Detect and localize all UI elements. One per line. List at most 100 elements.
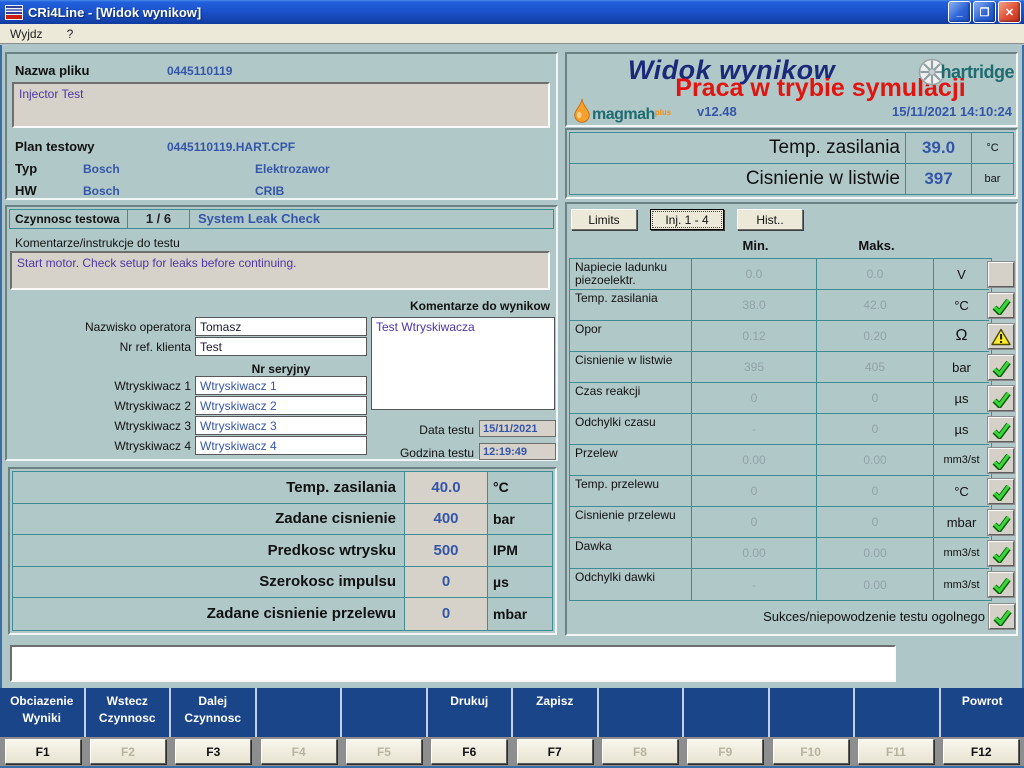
test-comments-label: Komentarze/instrukcje do testu bbox=[15, 236, 180, 250]
f3-button[interactable]: F3 bbox=[175, 739, 251, 764]
status-indicator bbox=[988, 448, 1014, 473]
setpoint-value: 0 bbox=[404, 598, 488, 630]
limit-unit: µs bbox=[934, 383, 989, 414]
hw-value1: Bosch bbox=[83, 184, 120, 198]
menu-help[interactable]: ? bbox=[65, 27, 76, 41]
window-title: CRi4Line - [Widok wynikow] bbox=[28, 5, 948, 20]
limit-label: Opor bbox=[570, 321, 692, 352]
status-indicator bbox=[988, 324, 1014, 349]
tab-inj-1-4[interactable]: Inj. 1 - 4 bbox=[650, 209, 724, 230]
live-value: 39.0 bbox=[905, 133, 971, 164]
limit-label: Temp. przelewu bbox=[570, 476, 692, 507]
fn-label-f7: Zapisz bbox=[511, 688, 597, 737]
limit-min: 395 bbox=[692, 352, 817, 383]
live-values-panel: Temp. zasilania 39.0 °C Cisnienie w list… bbox=[565, 128, 1018, 199]
f6-button[interactable]: F6 bbox=[431, 739, 507, 764]
live-value: 397 bbox=[905, 164, 971, 195]
fn-label-f11 bbox=[853, 688, 939, 737]
limit-status bbox=[987, 445, 1015, 476]
test-step-name: System Leak Check bbox=[190, 210, 553, 228]
minimize-button[interactable]: _ bbox=[948, 1, 971, 23]
limit-status bbox=[987, 352, 1015, 383]
menu-bar: Wyjdz ? bbox=[0, 24, 1024, 44]
tab-hist[interactable]: Hist.. bbox=[737, 209, 803, 230]
f1-button[interactable]: F1 bbox=[5, 739, 81, 764]
hartridge-wordmark: hartridge bbox=[940, 62, 1014, 83]
limit-unit: mbar bbox=[934, 507, 989, 538]
status-indicator bbox=[988, 355, 1014, 380]
hartridge-logo: hartridge bbox=[918, 58, 1014, 86]
close-button[interactable]: ✕ bbox=[998, 1, 1021, 23]
menu-exit[interactable]: Wyjdz bbox=[8, 27, 45, 41]
setpoints-table: Temp. zasilania 40.0 °C Zadane cisnienie… bbox=[12, 471, 553, 631]
f2-button: F2 bbox=[90, 739, 166, 764]
limit-max: 0.00 bbox=[817, 445, 934, 476]
limit-status bbox=[987, 507, 1015, 538]
title-bar: CRi4Line - [Widok wynikow] _ ❐ ✕ bbox=[0, 0, 1024, 24]
test-time-label: Godzina testu bbox=[359, 446, 474, 460]
f11-button: F11 bbox=[858, 739, 934, 764]
overall-result-label: Sukces/niepowodzenie testu ogolnego bbox=[763, 609, 985, 624]
limit-min: 0.00 bbox=[692, 538, 817, 569]
results-comment-label: Komentarze do wynikow bbox=[410, 299, 550, 313]
limit-label: Odchylki czasu bbox=[570, 414, 692, 445]
restore-button[interactable]: ❐ bbox=[973, 1, 996, 23]
setpoint-label: Predkosc wtrysku bbox=[13, 535, 404, 567]
limit-min: 0.00 bbox=[692, 445, 817, 476]
f7-button[interactable]: F7 bbox=[517, 739, 593, 764]
status-indicator bbox=[988, 541, 1014, 566]
hw-value2: CRIB bbox=[255, 184, 284, 198]
app-icon bbox=[5, 5, 23, 20]
test-step-label: Czynnosc testowa bbox=[10, 210, 128, 228]
limit-status bbox=[987, 290, 1015, 321]
f12-button[interactable]: F12 bbox=[943, 739, 1019, 764]
serial-number-header: Nr seryjny bbox=[195, 362, 367, 376]
datetime-label: 15/11/2021 14:10:24 bbox=[892, 104, 1012, 119]
injector4-input[interactable]: Wtryskiwacz 4 bbox=[195, 436, 367, 455]
droplet-icon bbox=[572, 97, 592, 124]
setpoint-label: Szerokosc impulsu bbox=[13, 567, 404, 599]
test-time-value: 12:19:49 bbox=[479, 443, 556, 460]
limit-label: Dawka bbox=[570, 538, 692, 569]
limit-status bbox=[987, 569, 1015, 600]
setpoint-value: 0 bbox=[404, 567, 488, 599]
hw-label: HW bbox=[15, 183, 37, 198]
limit-unit: bar bbox=[934, 352, 989, 383]
operator-input[interactable]: Tomasz bbox=[195, 317, 367, 336]
check-icon bbox=[992, 359, 1011, 377]
test-comments-box: Start motor. Check setup for leaks befor… bbox=[10, 251, 550, 290]
check-icon bbox=[992, 576, 1011, 594]
injector1-label: Wtryskiwacz 1 bbox=[9, 379, 191, 393]
fn-label-f2: WsteczCzynnosc bbox=[84, 688, 170, 737]
limit-label: Cisnienie przelewu bbox=[570, 507, 692, 538]
limit-max: 405 bbox=[817, 352, 934, 383]
limit-min: - bbox=[692, 569, 817, 600]
injector1-input[interactable]: Wtryskiwacz 1 bbox=[195, 376, 367, 395]
check-icon bbox=[992, 421, 1011, 439]
f4-button: F4 bbox=[261, 739, 337, 764]
limit-unit: °C bbox=[934, 290, 989, 321]
limit-unit: µs bbox=[934, 414, 989, 445]
limit-min: 0.12 bbox=[692, 321, 817, 352]
results-comment-box[interactable]: Test Wtryskiwacza bbox=[371, 317, 555, 410]
live-unit: bar bbox=[971, 164, 1013, 195]
injector2-input[interactable]: Wtryskiwacz 2 bbox=[195, 396, 367, 415]
typ-label: Typ bbox=[15, 161, 37, 176]
limit-max: 0 bbox=[817, 414, 934, 445]
live-values-table: Temp. zasilania 39.0 °C Cisnienie w list… bbox=[569, 132, 1014, 195]
file-name-label: Nazwa pliku bbox=[15, 63, 89, 78]
limit-status-column bbox=[987, 259, 1015, 600]
injector3-input[interactable]: Wtryskiwacz 3 bbox=[195, 416, 367, 435]
app-window: CRi4Line - [Widok wynikow] _ ❐ ✕ Wyjdz ?… bbox=[0, 0, 1024, 768]
limit-min: 0.0 bbox=[692, 259, 817, 290]
tab-limits[interactable]: Limits bbox=[571, 209, 637, 230]
status-indicator bbox=[989, 604, 1015, 629]
test-name-text: Injector Test bbox=[19, 87, 83, 101]
limit-status bbox=[987, 414, 1015, 445]
live-label: Temp. zasilania bbox=[570, 133, 905, 164]
limit-max: 0 bbox=[817, 476, 934, 507]
customer-ref-input[interactable]: Test bbox=[195, 337, 367, 356]
limit-max: 0 bbox=[817, 507, 934, 538]
limit-status bbox=[987, 476, 1015, 507]
setpoint-unit: IPM bbox=[488, 535, 552, 567]
